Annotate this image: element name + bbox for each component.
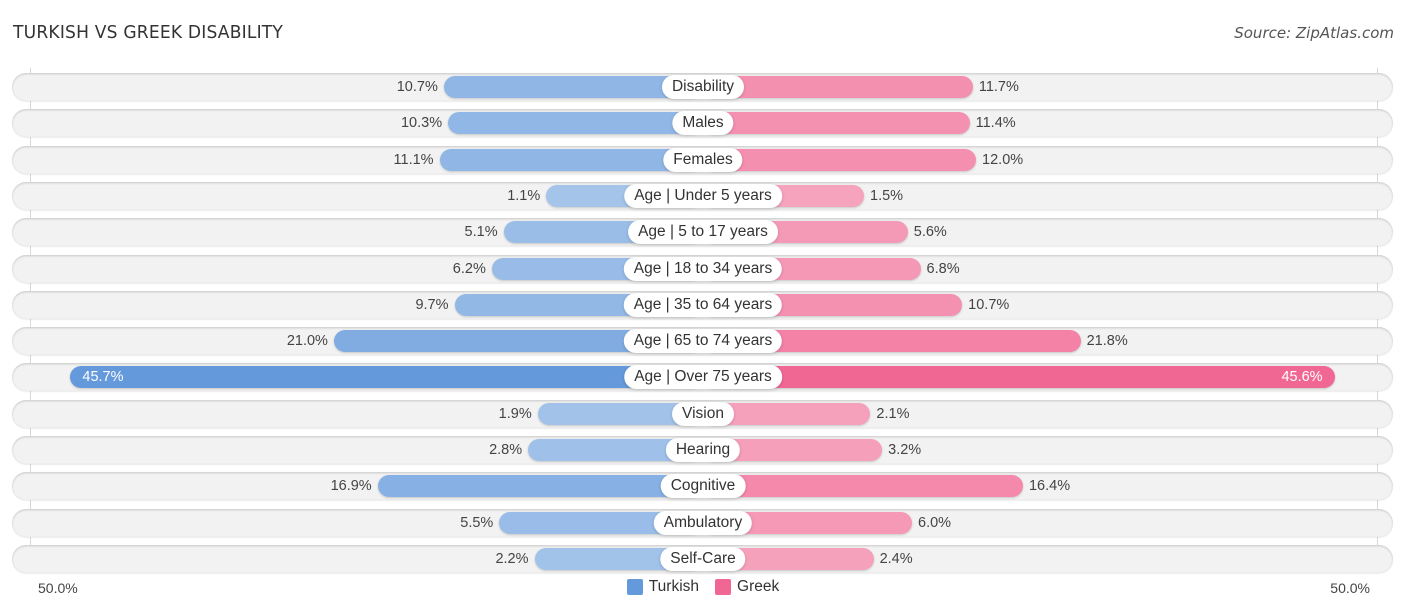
category-label: Ambulatory — [653, 511, 753, 535]
value-label-turkish: 9.7% — [415, 297, 449, 313]
value-label-greek: 45.6% — [1281, 369, 1323, 385]
value-label-greek: 10.7% — [968, 297, 1010, 313]
source-label: Source: ZipAtlas.com — [1234, 24, 1394, 42]
category-label: Females — [663, 148, 743, 172]
value-label-turkish: 5.5% — [460, 515, 494, 531]
value-label-turkish: 21.0% — [286, 333, 328, 349]
value-label-turkish: 11.1% — [393, 152, 434, 168]
value-label-turkish: 6.2% — [452, 261, 486, 277]
bar-greek[interactable] — [703, 112, 970, 134]
chart-title: TURKISH VS GREEK DISABILITY — [13, 22, 284, 43]
value-label-turkish: 10.7% — [396, 79, 438, 95]
category-label: Age | 18 to 34 years — [623, 257, 783, 281]
legend-item-greek[interactable]: Greek — [715, 578, 779, 596]
value-label-greek: 6.0% — [918, 515, 952, 531]
legend: Turkish Greek — [0, 578, 1406, 596]
value-label-greek: 2.4% — [879, 551, 913, 567]
bar-turkish[interactable] — [70, 366, 703, 388]
bar-greek[interactable] — [703, 366, 1335, 388]
value-label-greek: 12.0% — [982, 152, 1024, 168]
legend-label-greek: Greek — [737, 578, 780, 595]
value-label-turkish: 2.2% — [495, 551, 529, 567]
value-label-greek: 5.6% — [913, 224, 947, 240]
value-label-turkish: 5.1% — [464, 224, 498, 240]
legend-swatch-greek — [715, 579, 732, 595]
category-label: Age | 35 to 64 years — [623, 293, 783, 317]
category-label: Vision — [672, 402, 734, 426]
value-label-turkish: 10.3% — [400, 115, 443, 131]
value-label-turkish: 2.8% — [489, 442, 523, 458]
category-label: Self-Care — [660, 547, 746, 571]
category-label: Age | 65 to 74 years — [623, 329, 783, 353]
category-label: Disability — [661, 75, 745, 99]
bar-greek[interactable] — [703, 149, 977, 171]
value-label-greek: 21.8% — [1086, 333, 1128, 349]
category-label: Hearing — [665, 438, 741, 462]
value-label-greek: 11.7% — [978, 79, 1019, 95]
value-label-greek: 2.1% — [876, 406, 910, 422]
category-label: Age | Over 75 years — [624, 365, 782, 389]
legend-label-turkish: Turkish — [648, 578, 700, 595]
value-label-turkish: 16.9% — [330, 478, 372, 494]
value-label-turkish: 1.9% — [498, 406, 532, 422]
bar-turkish[interactable] — [377, 475, 703, 497]
value-label-greek: 3.2% — [888, 442, 922, 458]
category-label: Cognitive — [660, 474, 746, 498]
legend-swatch-turkish — [626, 579, 643, 595]
value-label-greek: 1.5% — [870, 188, 904, 204]
value-label-greek: 11.4% — [975, 115, 1016, 131]
bar-turkish[interactable] — [448, 112, 703, 134]
category-label: Age | 5 to 17 years — [628, 220, 778, 244]
value-label-greek: 6.8% — [926, 261, 960, 277]
value-label-turkish: 45.7% — [82, 369, 124, 385]
legend-item-turkish[interactable]: Turkish — [626, 578, 700, 596]
bar-greek[interactable] — [703, 475, 1023, 497]
category-label: Age | Under 5 years — [624, 184, 782, 208]
value-label-turkish: 1.1% — [507, 188, 541, 204]
value-label-greek: 16.4% — [1028, 478, 1071, 494]
category-label: Males — [672, 111, 734, 135]
